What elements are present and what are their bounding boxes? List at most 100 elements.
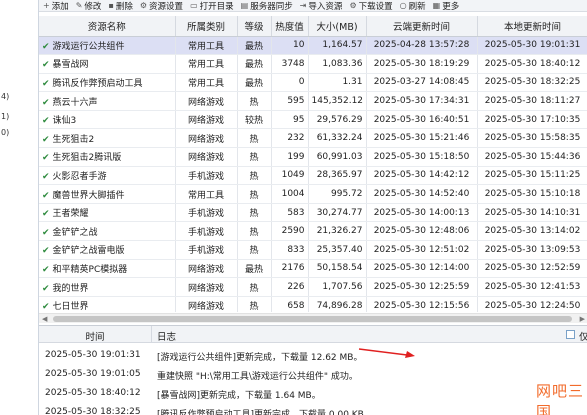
log-message: 重建快照 "H:\常用工具\游戏运行公共组件" 成功。 bbox=[157, 372, 358, 382]
table-row[interactable]: ✔ 游戏运行公共组件 常用工具 最热 10 1,164.57 2025-04-28 13:5… bbox=[39, 36, 587, 56]
log-time: 2025-05-30 19:01:31 bbox=[45, 350, 141, 360]
cell-local-time: 2025-05-30 15:10:18 bbox=[477, 184, 587, 204]
log-filter-label: 仅 bbox=[579, 332, 587, 343]
scrollbar-thumb[interactable] bbox=[53, 316, 572, 322]
cell-local-time: 2025-05-30 13:09:53 bbox=[477, 240, 587, 260]
log-filter-checkbox[interactable] bbox=[566, 330, 575, 339]
log-message: [暴雪战网]更新完成，下载量 1.64 MB。 bbox=[157, 391, 321, 401]
cell-category: 常用工具 bbox=[175, 36, 238, 56]
table-row[interactable]: ✔ 和平精英PC模拟器 网络游戏 最热 2176 50,158.54 2025-05-30 … bbox=[39, 259, 587, 279]
cell-local-time: 2025-05-30 18:40:12 bbox=[477, 54, 587, 74]
toolbar-button-refresh[interactable]: ○ 刷新 bbox=[400, 0, 426, 11]
cell-cloud-time: 2025-05-30 15:18:50 bbox=[366, 147, 478, 167]
cell-local-time: 2025-05-30 15:11:25 bbox=[477, 166, 587, 186]
grid-header-row: 资源名称 所属类别 等级 热度值 大小(MB) 云端更新时间 本地更新时间 bbox=[39, 16, 587, 37]
table-row[interactable]: ✔ 王者荣耀 手机游戏热 583 30,274.77 2025-05-30 14:00:1… bbox=[39, 203, 587, 223]
resource-name: 燕云十六声 bbox=[52, 97, 98, 108]
log-row[interactable]: 2025-05-30 18:40:12 [暴雪战网]更新完成，下载量 1.64 M… bbox=[39, 385, 587, 402]
table-row[interactable]: ✔ 腾讯反作弊预启动工具 常用工具 最热 0 1.31 2025-03-27 14:08:4… bbox=[39, 73, 587, 93]
cell-name: ✔ 游戏运行公共组件 bbox=[39, 36, 176, 56]
cell-cloud-time: 2025-05-30 14:52:40 bbox=[366, 184, 478, 204]
cell-heat: 1049 bbox=[271, 166, 309, 186]
toolbar-button-sync[interactable]: ▤ 服务器同步 bbox=[241, 0, 293, 12]
toolbar-button-download-settings[interactable]: ⚙ 下载设置 bbox=[349, 0, 392, 11]
table-row[interactable]: ✔ 诛仙3 网络游戏 较热 95 29,576.29 2025-05-30 16:40:51… bbox=[39, 110, 587, 130]
cell-cloud-time: 2025-03-27 14:08:45 bbox=[366, 73, 478, 93]
column-header-size[interactable]: 大小(MB) bbox=[308, 16, 367, 37]
toolbar-button-edit[interactable]: ✎ 修改 bbox=[76, 0, 102, 11]
table-row[interactable]: ✔ 燕云十六声 网络游戏热 595 145,352.12 2025-05-30 17:34… bbox=[39, 91, 587, 111]
cell-name: ✔ 燕云十六声 bbox=[39, 91, 176, 111]
log-message: [游戏运行公共组件]更新完成，下载量 12.62 MB。 bbox=[157, 353, 363, 363]
left-panel-count: 0) bbox=[1, 128, 10, 137]
table-row[interactable]: ✔ 金铲铲之战雷电版 手机游戏热 833 25,357.40 2025-05-30 12:… bbox=[39, 240, 587, 260]
log-panel: 时间 日志 仅 2025-05-30 19:01:31 [游戏运行公共组件]更新完… bbox=[39, 325, 587, 415]
cell-heat: 3748 bbox=[271, 54, 309, 74]
cell-name: ✔ 暴雪战网 bbox=[39, 54, 176, 74]
toolbar-button-more[interactable]: ▦ 更多 bbox=[433, 0, 460, 11]
cell-name: ✔ 腾讯反作弊预启动工具 bbox=[39, 73, 176, 93]
resource-name: 暴雪战网 bbox=[52, 60, 89, 71]
settings-icon: ⚙ bbox=[139, 1, 148, 10]
toolbar-button-folder[interactable]: ▭ 打开目录 bbox=[190, 0, 234, 11]
column-header-cloud-time[interactable]: 云端更新时间 bbox=[366, 16, 478, 37]
column-header-local-time[interactable]: 本地更新时间 bbox=[477, 16, 587, 37]
cell-local-time: 2025-05-30 17:10:35 bbox=[477, 110, 587, 130]
cell-heat: 232 bbox=[271, 128, 309, 149]
cell-category: 网络游戏 bbox=[175, 147, 238, 167]
check-icon: ✔ bbox=[42, 227, 50, 238]
column-header-name[interactable]: 资源名称 bbox=[39, 16, 176, 37]
table-row[interactable]: ✔ 火影忍者手游 手机游戏热 1049 28,365.97 2025-05-30 14:4… bbox=[39, 166, 587, 186]
resource-name: 我的世界 bbox=[52, 283, 89, 294]
log-column-message: 日志 bbox=[157, 332, 177, 343]
column-header-heat[interactable]: 热度值 bbox=[271, 16, 309, 37]
watermark-logo: 网吧三国 bbox=[536, 382, 585, 415]
toolbar-button-settings[interactable]: ⚙ 资源设置 bbox=[139, 0, 183, 11]
cell-local-time: 2025-05-30 18:11:27 bbox=[477, 91, 587, 111]
toolbar-button-label: 删除 bbox=[115, 1, 133, 12]
log-time: 2025-05-30 18:32:25 bbox=[45, 407, 141, 415]
check-icon: ✔ bbox=[42, 302, 50, 312]
cell-category: 网络游戏 bbox=[175, 128, 238, 149]
table-row[interactable]: ✔ 暴雪战网 常用工具 最热 3748 1,083.36 2025-05-30 18:19:… bbox=[39, 54, 587, 74]
left-panel: 4) 1) 0) bbox=[0, 0, 38, 415]
cell-cloud-time: 2025-05-30 14:00:13 bbox=[366, 203, 478, 223]
horizontal-scrollbar[interactable]: ◀ ▶ bbox=[39, 313, 587, 323]
table-row[interactable]: ✔ 生死狙击2腾讯版 网络游戏热 199 60,991.03 2025-05-30 15:… bbox=[39, 147, 587, 167]
table-row[interactable]: ✔ 七日世界 网络游戏热 658 74,896.28 2025-05-30 12:15:5… bbox=[39, 296, 587, 312]
table-row[interactable]: ✔ 魔兽世界大脚插件 常用工具热 1004 995.72 2025-05-30 14:52… bbox=[39, 184, 587, 204]
toolbar-button-delete[interactable]: ▪ 删除 bbox=[108, 0, 133, 12]
log-column-divider bbox=[151, 326, 152, 343]
cell-name: ✔ 火影忍者手游 bbox=[39, 166, 176, 186]
cell-size: 50,158.54 bbox=[308, 259, 367, 279]
table-row[interactable]: ✔ 生死狙击2 网络游戏热 232 61,332.24 2025-05-30 15:21:… bbox=[39, 128, 587, 149]
table-row[interactable]: ✔ 金铲铲之战 手机游戏热 2590 21,326.27 2025-05-30 12:48… bbox=[39, 221, 587, 242]
cell-level: 热 bbox=[237, 128, 272, 149]
resource-name: 金铲铲之战雷电版 bbox=[52, 246, 125, 257]
scroll-right-arrow-icon[interactable]: ▶ bbox=[580, 315, 585, 323]
resource-name: 七日世界 bbox=[52, 302, 89, 312]
cell-name: ✔ 我的世界 bbox=[39, 277, 176, 297]
cell-heat: 199 bbox=[271, 147, 309, 167]
check-icon: ✔ bbox=[42, 41, 50, 52]
cell-size: 1,083.36 bbox=[308, 54, 367, 74]
cell-level: 热 bbox=[237, 166, 272, 186]
cell-heat: 10 bbox=[271, 36, 309, 56]
cell-name: ✔ 王者荣耀 bbox=[39, 203, 176, 223]
column-header-level[interactable]: 等级 bbox=[237, 16, 272, 37]
check-icon: ✔ bbox=[42, 209, 50, 220]
toolbar-button-import[interactable]: ⇥ 导入资源 bbox=[300, 0, 343, 11]
table-row[interactable]: ✔ 我的世界 网络游戏热 226 1,707.56 2025-05-30 12:25:59… bbox=[39, 277, 587, 297]
log-row[interactable]: 2025-05-30 19:01:05 重建快照 "H:\常用工具\游戏运行公共组… bbox=[39, 366, 587, 383]
cell-level: 热 bbox=[237, 277, 272, 297]
check-icon: ✔ bbox=[42, 283, 50, 294]
log-row[interactable]: 2025-05-30 19:01:31 [游戏运行公共组件]更新完成，下载量 12… bbox=[39, 347, 587, 364]
scroll-left-arrow-icon[interactable]: ◀ bbox=[42, 315, 47, 323]
column-header-category[interactable]: 所属类别 bbox=[175, 16, 238, 37]
toolbar-button-label: 服务器同步 bbox=[250, 1, 293, 12]
log-row[interactable]: 2025-05-30 18:32:25 [腾讯反作弊预启动工具]更新完成，下载量 … bbox=[39, 404, 587, 415]
toolbar-button-plus[interactable]: + 添加 bbox=[43, 0, 69, 11]
cell-local-time: 2025-05-30 14:10:31 bbox=[477, 203, 587, 223]
resource-name: 腾讯反作弊预启动工具 bbox=[52, 78, 143, 89]
cell-size: 995.72 bbox=[308, 184, 367, 204]
